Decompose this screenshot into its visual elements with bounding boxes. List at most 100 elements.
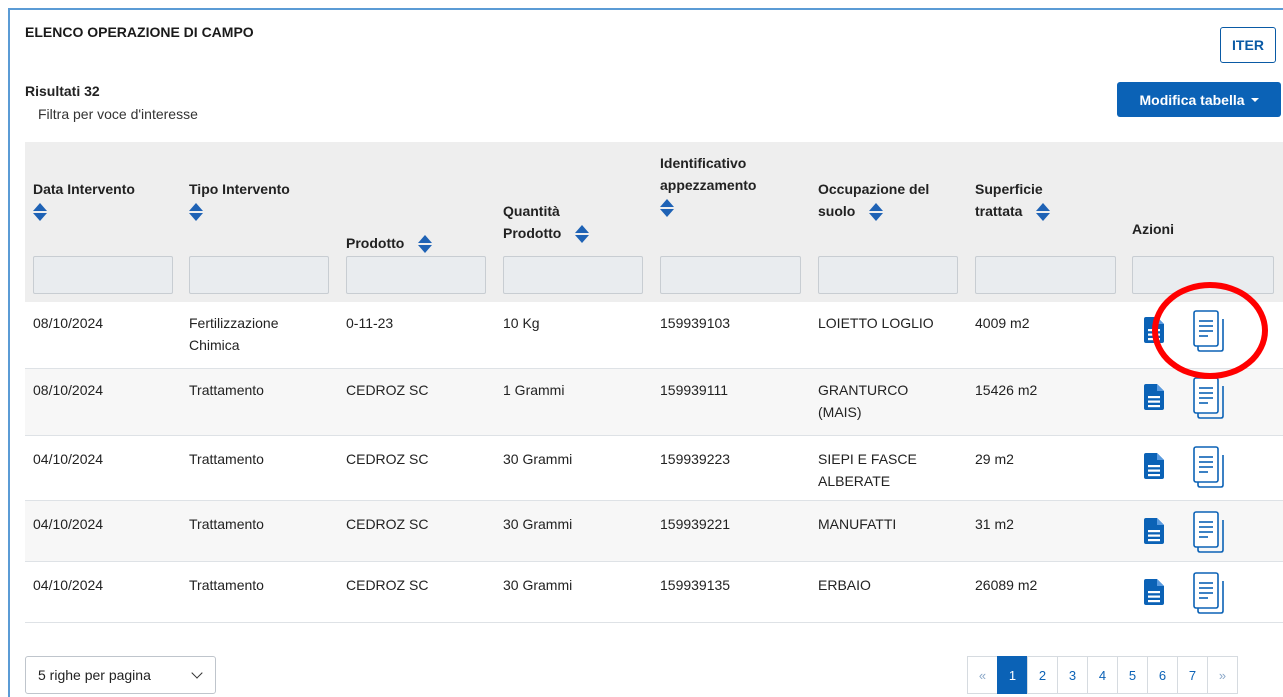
cell-occupazione-line: LOIETTO LOGLIO [818, 315, 934, 331]
cell-prodotto: CEDROZ SC [346, 451, 429, 467]
page-prev[interactable]: « [967, 656, 998, 694]
table-row: 08/10/2024 Trattamento CEDROZ SC 1 Gramm… [25, 369, 1283, 436]
cell-tipo: Fertilizzazione Chimica [189, 312, 278, 356]
page-6[interactable]: 6 [1147, 656, 1178, 694]
filter-azioni-input[interactable] [1132, 256, 1274, 294]
col-occupazione-label: Occupazione del [818, 181, 930, 197]
col-occupazione-label-2: suolo [818, 203, 856, 219]
rows-per-page-select[interactable]: 5 righe per pagina [25, 656, 216, 694]
cell-occupazione: ERBAIO [818, 574, 871, 596]
cell-prodotto: 0-11-23 [346, 315, 394, 331]
iter-button[interactable]: ITER [1220, 27, 1276, 63]
col-quantita-label: Quantità [503, 203, 560, 219]
sort-icon[interactable] [1036, 203, 1051, 222]
cell-quantita: 30 Grammi [503, 451, 573, 467]
cell-superficie: 26089 m2 [975, 577, 1038, 593]
filter-quantita-input[interactable] [503, 256, 643, 294]
col-data-label: Data Intervento [33, 181, 135, 197]
cell-prodotto: CEDROZ SC [346, 382, 429, 398]
document-solid-icon[interactable] [1144, 317, 1164, 343]
table-row: 04/10/2024 Trattamento CEDROZ SC 30 Gram… [25, 436, 1283, 501]
cell-quantita: 10 Kg [503, 315, 540, 331]
cell-tipo-line: Chimica [189, 337, 240, 353]
col-superficie[interactable]: Superficie trattata [975, 178, 1051, 222]
col-quantita-label-2: Prodotto [503, 225, 562, 241]
col-tipo-intervento[interactable]: Tipo Intervento [189, 178, 290, 222]
filter-prodotto-input[interactable] [346, 256, 486, 294]
cell-quantita: 30 Grammi [503, 577, 573, 593]
document-copy-icon[interactable] [1191, 376, 1227, 420]
document-solid-icon[interactable] [1144, 384, 1164, 410]
table-row: 04/10/2024 Trattamento CEDROZ SC 30 Gram… [25, 562, 1283, 623]
sort-icon[interactable] [418, 235, 433, 254]
document-copy-icon[interactable] [1191, 309, 1227, 353]
sort-icon[interactable] [660, 199, 674, 218]
filter-identificativo-input[interactable] [660, 256, 801, 294]
filter-occupazione-input[interactable] [818, 256, 958, 294]
cell-occupazione-line: MANUFATTI [818, 516, 897, 532]
cell-tipo-line: Fertilizzazione [189, 315, 279, 331]
col-identificativo-label: Identificativo [660, 155, 747, 171]
cell-tipo-line: Trattamento [189, 451, 264, 467]
cell-superficie: 29 m2 [975, 451, 1014, 467]
sort-icon[interactable] [869, 203, 884, 222]
page-next[interactable]: » [1207, 656, 1238, 694]
cell-superficie: 4009 m2 [975, 315, 1030, 331]
sort-icon[interactable] [33, 203, 47, 222]
page-4[interactable]: 4 [1087, 656, 1118, 694]
cell-data: 04/10/2024 [33, 516, 104, 532]
document-copy-icon[interactable] [1191, 445, 1227, 489]
cell-occupazione-line: GRANTURCO [818, 382, 909, 398]
cell-quantita: 30 Grammi [503, 516, 573, 532]
document-copy-icon[interactable] [1191, 571, 1227, 615]
cell-tipo-line: Trattamento [189, 577, 264, 593]
cell-occupazione: MANUFATTI [818, 513, 896, 535]
filter-tipo-input[interactable] [189, 256, 329, 294]
table-row: 08/10/2024 Fertilizzazione Chimica 0-11-… [25, 302, 1283, 369]
page-2[interactable]: 2 [1027, 656, 1058, 694]
col-data-intervento[interactable]: Data Intervento [33, 178, 135, 222]
document-solid-icon[interactable] [1144, 518, 1164, 544]
page-5[interactable]: 5 [1117, 656, 1148, 694]
pagination: « 1 2 3 4 5 6 7 » [967, 656, 1238, 694]
cell-occupazione-line: ERBAIO [818, 577, 871, 593]
cell-quantita: 1 Grammi [503, 382, 565, 398]
cell-prodotto: CEDROZ SC [346, 516, 429, 532]
chevron-down-icon [191, 667, 203, 679]
filter-data-input[interactable] [33, 256, 173, 294]
document-solid-icon[interactable] [1144, 579, 1164, 605]
cell-identificativo: 159939223 [660, 451, 731, 467]
col-identificativo-label-2: appezzamento [660, 177, 757, 193]
document-solid-icon[interactable] [1144, 453, 1164, 479]
cell-tipo: Trattamento [189, 448, 264, 470]
document-copy-icon[interactable] [1191, 510, 1227, 554]
page-title: ELENCO OPERAZIONE DI CAMPO [25, 24, 254, 40]
page-7[interactable]: 7 [1177, 656, 1208, 694]
table-row: 04/10/2024 Trattamento CEDROZ SC 30 Gram… [25, 501, 1283, 562]
cell-occupazione-line: SIEPI E FASCE [818, 451, 917, 467]
sort-icon[interactable] [189, 203, 203, 222]
sort-icon[interactable] [575, 225, 590, 244]
cell-data: 08/10/2024 [33, 382, 104, 398]
results-count: Risultati 32 [25, 83, 100, 99]
col-quantita-prodotto[interactable]: Quantità Prodotto [503, 200, 590, 244]
cell-tipo: Trattamento [189, 379, 264, 401]
col-tipo-label: Tipo Intervento [189, 181, 290, 197]
cell-superficie: 15426 m2 [975, 382, 1038, 398]
cell-data: 04/10/2024 [33, 577, 104, 593]
cell-identificativo: 159939221 [660, 516, 731, 532]
cell-tipo: Trattamento [189, 513, 264, 535]
col-prodotto[interactable]: Prodotto [346, 232, 433, 254]
filter-hint: Filtra per voce d'interesse [38, 106, 198, 122]
page-3[interactable]: 3 [1057, 656, 1088, 694]
cell-occupazione-line: ALBERATE [818, 473, 891, 489]
cell-occupazione: GRANTURCO (MAIS) [818, 379, 908, 423]
modifica-tabella-label: Modifica tabella [1139, 91, 1245, 108]
col-azioni: Azioni [1132, 221, 1174, 237]
filter-superficie-input[interactable] [975, 256, 1116, 294]
page-1[interactable]: 1 [997, 656, 1028, 694]
col-occupazione[interactable]: Occupazione del suolo [818, 178, 929, 222]
cell-occupazione: LOIETTO LOGLIO [818, 312, 934, 334]
col-identificativo[interactable]: Identificativo appezzamento [660, 152, 756, 218]
modifica-tabella-button[interactable]: Modifica tabella [1117, 82, 1281, 117]
